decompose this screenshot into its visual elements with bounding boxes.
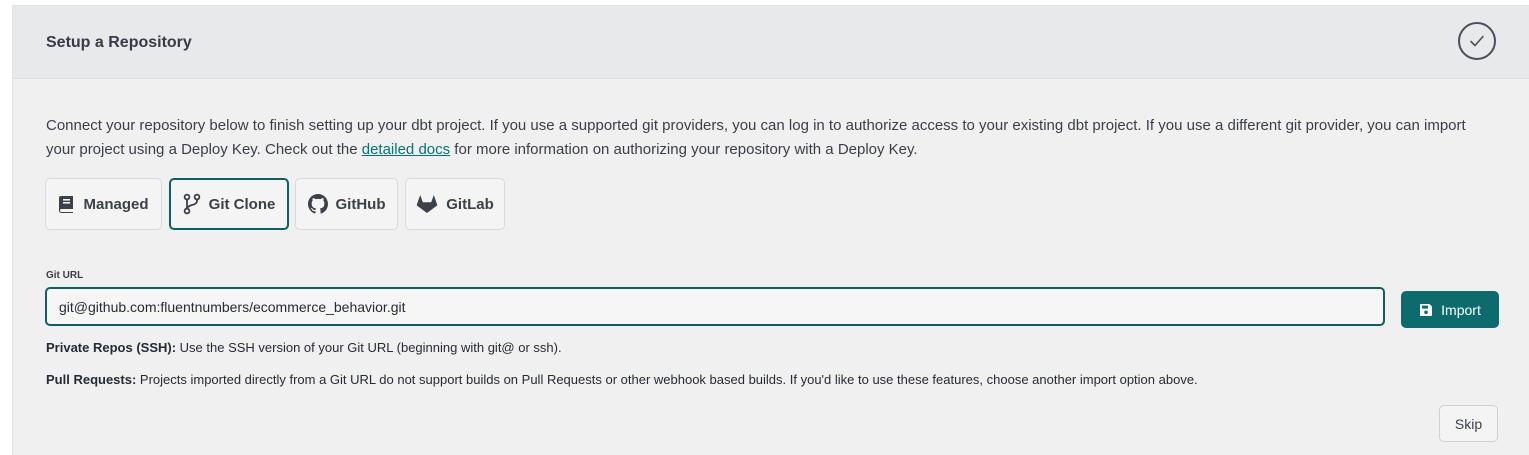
git-url-label: Git URL [46, 270, 84, 281]
tab-label: Git Clone [208, 195, 276, 213]
tab-managed[interactable]: Managed [45, 178, 162, 230]
card-header: Setup a Repository [13, 6, 1529, 79]
import-button[interactable]: Import [1401, 291, 1499, 328]
tab-label: GitLab [446, 195, 494, 213]
complete-check-button[interactable] [1458, 22, 1496, 60]
gitlab-icon [417, 195, 438, 213]
pr-note-title: Pull Requests: [46, 372, 137, 387]
ssh-note: Private Repos (SSH): Use the SSH version… [46, 340, 562, 355]
git-branch-icon [183, 193, 200, 215]
intro-text-after: for more information on authorizing your… [450, 141, 918, 158]
tab-label: GitHub [335, 195, 386, 213]
tab-label: Managed [83, 195, 149, 213]
intro-text: Connect your repository below to finish … [46, 114, 1486, 162]
github-icon [307, 194, 328, 214]
pr-note-text: Projects imported directly from a Git UR… [136, 372, 1198, 387]
book-icon [59, 195, 74, 213]
import-button-label: Import [1441, 301, 1481, 318]
save-icon [1420, 303, 1433, 316]
tab-github[interactable]: GitHub [295, 178, 398, 230]
pull-requests-note: Pull Requests: Projects imported directl… [46, 372, 1198, 387]
ssh-note-title: Private Repos (SSH): [46, 340, 177, 355]
git-url-input[interactable] [45, 287, 1385, 326]
page-title: Setup a Repository [46, 34, 192, 51]
skip-button[interactable]: Skip [1439, 405, 1498, 442]
checkmark-icon [1470, 35, 1484, 47]
setup-repository-card: Setup a Repository Connect your reposito… [12, 5, 1529, 455]
detailed-docs-link[interactable]: detailed docs [362, 141, 450, 158]
tab-gitlab[interactable]: GitLab [405, 178, 505, 230]
tab-git-clone[interactable]: Git Clone [169, 178, 289, 230]
ssh-note-text: Use the SSH version of your Git URL (beg… [176, 340, 562, 355]
